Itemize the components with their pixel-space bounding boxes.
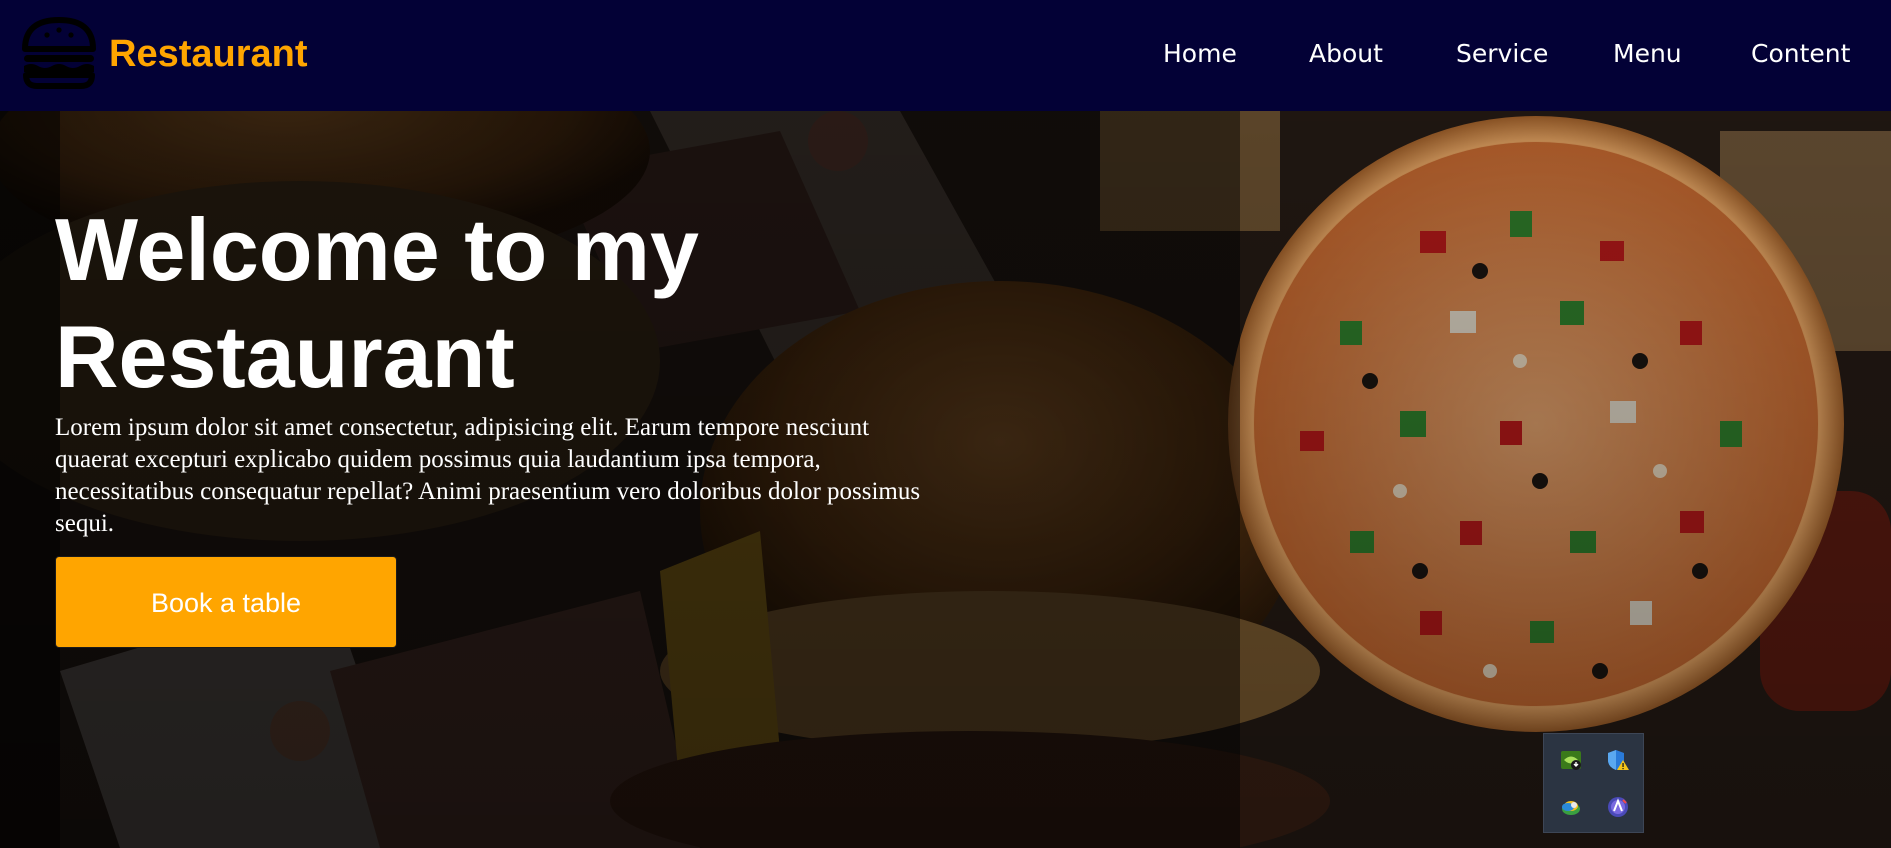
hero-description: Lorem ipsum dolor sit amet consectetur, … xyxy=(55,414,921,537)
restaurant-page: Restaurant Home About Service Menu Conte… xyxy=(0,0,1891,848)
nav-home[interactable]: Home xyxy=(1163,38,1237,70)
burger-icon xyxy=(22,17,96,89)
nvidia-update-icon[interactable] xyxy=(1559,748,1583,772)
site-header: Restaurant Home About Service Menu Conte… xyxy=(0,0,1891,111)
nav-about[interactable]: About xyxy=(1309,38,1383,70)
nav-service[interactable]: Service xyxy=(1456,38,1548,70)
nav-content[interactable]: Content xyxy=(1751,38,1850,70)
app-icon[interactable] xyxy=(1606,795,1630,819)
nav-menu[interactable]: Menu xyxy=(1613,38,1682,70)
security-warning-icon[interactable] xyxy=(1606,748,1630,772)
hero-title: Welcome to my Restaurant xyxy=(55,200,699,406)
network-globe-icon[interactable] xyxy=(1559,795,1583,819)
book-table-button[interactable]: Book a table xyxy=(55,556,397,648)
system-tray-overflow xyxy=(1543,733,1644,833)
logo-text[interactable]: Restaurant xyxy=(109,30,308,78)
